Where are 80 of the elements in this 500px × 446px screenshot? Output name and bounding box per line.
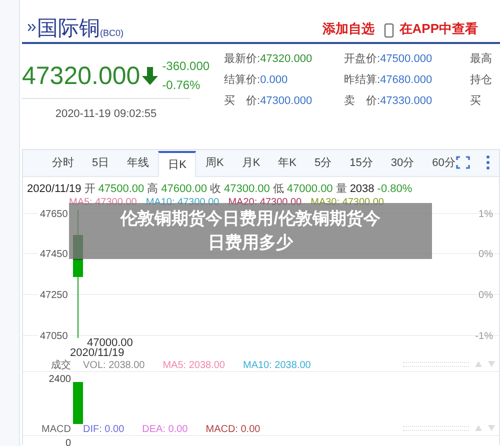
pane-legend: VOL: 2038.00 bbox=[83, 358, 145, 372]
chart-tab[interactable]: 30分 bbox=[382, 150, 424, 176]
ohlc-text: 2038 bbox=[350, 182, 374, 197]
pane-legend: DIF: 0.00 bbox=[83, 422, 124, 436]
pane-axis-label: 2400 bbox=[48, 374, 71, 385]
stat-label: 开盘价: bbox=[344, 52, 380, 67]
stat-value: 0.000 bbox=[260, 73, 288, 88]
stat-value: 47330.000 bbox=[380, 94, 432, 109]
add-watchlist-link[interactable]: 添加自选 bbox=[322, 18, 374, 38]
phone-icon bbox=[384, 23, 394, 38]
ohlc-text: -0.80% bbox=[377, 182, 412, 197]
ohlc-text: 开 bbox=[84, 182, 96, 197]
pane-legend: MA5: 2038.00 bbox=[162, 358, 225, 372]
pane-legend: DEA: 0.00 bbox=[142, 422, 188, 436]
ma-legend: MA30: 47300.00 bbox=[310, 195, 384, 210]
pane-legend: MACD: 0.00 bbox=[206, 422, 260, 436]
date-label: 2020/11/19 bbox=[70, 348, 124, 359]
stat-value: 47300.000 bbox=[260, 94, 312, 109]
fullscreen-icon[interactable] bbox=[456, 156, 470, 169]
ohlc-text: 2020/11/19 bbox=[27, 182, 82, 197]
stat-value: 47680.000 bbox=[380, 73, 432, 88]
quote-time: 2020-11-19 09:02:55 bbox=[55, 108, 157, 120]
pane-label: 成交 bbox=[50, 358, 71, 372]
banner-line: 伦敦铜期货今日费用/伦敦铜期货今 bbox=[120, 208, 380, 230]
pane-label: MACD bbox=[40, 422, 71, 436]
volume-bar bbox=[73, 382, 83, 424]
stat-label: 买 bbox=[470, 94, 481, 109]
chart-tab[interactable]: 5分 bbox=[306, 150, 341, 176]
ohlc-text: 低 bbox=[272, 182, 284, 197]
chart-tab[interactable]: 5日 bbox=[83, 150, 118, 176]
drag-handle[interactable] bbox=[403, 426, 469, 430]
stat-label: 卖 价: bbox=[344, 94, 380, 109]
last-price: 47320.000 bbox=[22, 64, 140, 88]
stat-label: 最新价: bbox=[224, 52, 260, 67]
down-icon[interactable] bbox=[488, 425, 495, 431]
percent-axis-label: 1% bbox=[478, 208, 493, 222]
chart-tab[interactable]: 15分 bbox=[340, 150, 382, 176]
stat-label: 持仓 bbox=[470, 73, 492, 88]
ohlc-text: 收 bbox=[210, 182, 222, 197]
stat-label: 昨结算: bbox=[344, 73, 380, 88]
open-in-app-link[interactable]: 在APP中查看 bbox=[399, 18, 478, 38]
more-icon[interactable] bbox=[486, 155, 490, 170]
chart-tab[interactable]: 周K bbox=[196, 150, 233, 176]
ma-legend: MA5: 47300.00 bbox=[69, 195, 137, 210]
stat-label: 买 价: bbox=[224, 94, 260, 109]
down-icon[interactable] bbox=[488, 361, 495, 367]
ohlc-text: 47600.00 bbox=[161, 182, 208, 197]
chart-tab[interactable]: 分时 bbox=[43, 150, 83, 176]
chart-tab[interactable]: 月K bbox=[232, 150, 270, 176]
stat-label: 最高 bbox=[470, 52, 492, 67]
percent-axis-label: -1% bbox=[475, 330, 493, 344]
ohlc-text: 47300.00 bbox=[224, 182, 270, 197]
chart-tab[interactable]: 60分 bbox=[423, 150, 464, 176]
ma-legend: MA20: 47300.00 bbox=[228, 195, 302, 210]
down-arrow-icon bbox=[142, 67, 158, 85]
stat-label: 结算价: bbox=[224, 73, 260, 88]
ohlc-text: 高 bbox=[147, 182, 158, 197]
up-icon[interactable] bbox=[475, 361, 482, 367]
ohlc-text: 47000.00 bbox=[286, 182, 333, 197]
price-change: -360.000 bbox=[162, 58, 210, 75]
percent-axis-label: 0% bbox=[478, 248, 493, 262]
ohlc-text: 量 bbox=[336, 182, 347, 197]
chart-tab[interactable]: 年K bbox=[269, 150, 306, 176]
percent-axis-label: 0% bbox=[478, 289, 493, 303]
stat-value: 47500.000 bbox=[380, 52, 432, 67]
page-title: 国际铜 bbox=[37, 18, 100, 39]
drag-handle[interactable] bbox=[403, 362, 469, 366]
chart-tab[interactable]: 日K bbox=[158, 151, 196, 177]
percent-change: -0.76% bbox=[162, 77, 202, 94]
ohlc-text: 47500.00 bbox=[98, 182, 144, 197]
banner-line: 日费用多少 bbox=[208, 232, 293, 254]
pane-legend: MA10: 2038.00 bbox=[242, 358, 311, 372]
symbol-code: (BC0) bbox=[100, 26, 124, 40]
up-icon[interactable] bbox=[475, 425, 482, 431]
pane-axis-label: 0 bbox=[65, 438, 71, 446]
chevron-icon bbox=[28, 24, 36, 31]
low-price-label: 47000.00 bbox=[87, 338, 133, 349]
stat-value: 47320.000 bbox=[260, 52, 312, 67]
ma-legend: MA10: 47300.00 bbox=[146, 195, 220, 210]
chart-tab[interactable]: 年线 bbox=[118, 150, 158, 176]
